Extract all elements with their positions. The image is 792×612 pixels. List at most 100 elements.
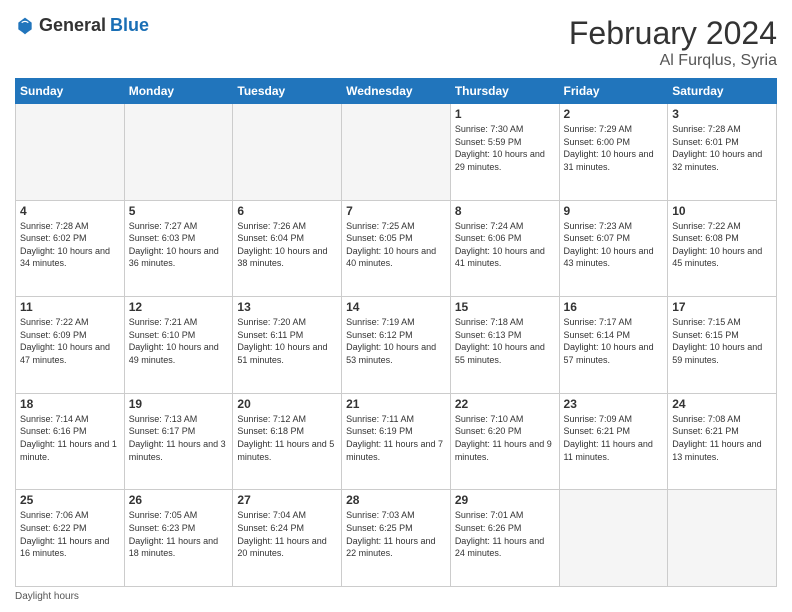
calendar-cell: [16, 104, 125, 201]
day-number: 10: [672, 204, 772, 218]
day-number: 8: [455, 204, 555, 218]
calendar-cell: [124, 104, 233, 201]
day-number: 1: [455, 107, 555, 121]
calendar-cell: 15 Sunrise: 7:18 AMSunset: 6:13 PMDayligh…: [450, 297, 559, 394]
calendar-cell: 11Sunrise: 7:22 AMSunset: 6:09 PMDayligh…: [16, 297, 125, 394]
day-info: Sunrise: 7:09 AMSunset: 6:21 PMDaylight:…: [564, 413, 664, 463]
weekday-header-sunday: Sunday: [16, 79, 125, 104]
day-number: 13: [237, 300, 337, 314]
calendar-cell: 17 Sunrise: 7:15 AMSunset: 6:15 PMDayligh…: [668, 297, 777, 394]
day-number: 14: [346, 300, 446, 314]
day-info: Sunrise: 7:06 AMSunset: 6:22 PMDaylight:…: [20, 509, 120, 559]
logo-icon: [15, 16, 35, 36]
calendar-cell: 6 Sunrise: 7:26 AMSunset: 6:04 PMDaylight…: [233, 200, 342, 297]
header: GeneralBlue February 2024 Al Furqlus, Sy…: [15, 15, 777, 70]
day-number: 7: [346, 204, 446, 218]
calendar-cell: 5Sunrise: 7:27 AMSunset: 6:03 PMDaylight…: [124, 200, 233, 297]
calendar-cell: 24 Sunrise: 7:08 AMSunset: 6:21 PMDayligh…: [668, 393, 777, 490]
calendar-cell: 13 Sunrise: 7:20 AMSunset: 6:11 PMDayligh…: [233, 297, 342, 394]
day-number: 21: [346, 397, 446, 411]
page: GeneralBlue February 2024 Al Furqlus, Sy…: [0, 0, 792, 612]
day-number: 19: [129, 397, 229, 411]
day-info: Sunrise: 7:20 AMSunset: 6:11 PMDaylight:…: [237, 316, 337, 366]
day-info: Sunrise: 7:28 AMSunset: 6:02 PMDaylight:…: [20, 220, 120, 270]
calendar-cell: 2 Sunrise: 7:29 AMSunset: 6:00 PMDaylight…: [559, 104, 668, 201]
day-number: 24: [672, 397, 772, 411]
logo: GeneralBlue: [15, 15, 149, 36]
weekday-header-wednesday: Wednesday: [342, 79, 451, 104]
day-number: 28: [346, 493, 446, 507]
calendar-cell: 16 Sunrise: 7:17 AMSunset: 6:14 PMDayligh…: [559, 297, 668, 394]
calendar-cell: 21 Sunrise: 7:11 AMSunset: 6:19 PMDayligh…: [342, 393, 451, 490]
day-number: 23: [564, 397, 664, 411]
calendar-cell: 7 Sunrise: 7:25 AMSunset: 6:05 PMDaylight…: [342, 200, 451, 297]
day-info: Sunrise: 7:29 AMSunset: 6:00 PMDaylight:…: [564, 123, 664, 173]
day-info: Sunrise: 7:04 AMSunset: 6:24 PMDaylight:…: [237, 509, 337, 559]
day-number: 27: [237, 493, 337, 507]
day-number: 4: [20, 204, 120, 218]
calendar-cell: 4 Sunrise: 7:28 AMSunset: 6:02 PMDaylight…: [16, 200, 125, 297]
day-info: Sunrise: 7:08 AMSunset: 6:21 PMDaylight:…: [672, 413, 772, 463]
day-info: Sunrise: 7:05 AMSunset: 6:23 PMDaylight:…: [129, 509, 229, 559]
location-title: Al Furqlus, Syria: [569, 52, 777, 70]
calendar-cell: [233, 104, 342, 201]
day-info: Sunrise: 7:03 AMSunset: 6:25 PMDaylight:…: [346, 509, 446, 559]
calendar-cell: [342, 104, 451, 201]
weekday-header-saturday: Saturday: [668, 79, 777, 104]
day-number: 12: [129, 300, 229, 314]
calendar-cell: 9Sunrise: 7:23 AMSunset: 6:07 PMDaylight…: [559, 200, 668, 297]
logo-general: General: [39, 15, 106, 36]
calendar-cell: 12 Sunrise: 7:21 AMSunset: 6:10 PMDayligh…: [124, 297, 233, 394]
day-info: Sunrise: 7:23 AMSunset: 6:07 PMDaylight:…: [564, 220, 664, 270]
day-info: Sunrise: 7:28 AMSunset: 6:01 PMDaylight:…: [672, 123, 772, 173]
day-number: 11: [20, 300, 120, 314]
day-number: 5: [129, 204, 229, 218]
calendar-cell: 25 Sunrise: 7:06 AMSunset: 6:22 PMDayligh…: [16, 490, 125, 587]
calendar-cell: 20Sunrise: 7:12 AMSunset: 6:18 PMDayligh…: [233, 393, 342, 490]
day-info: Sunrise: 7:13 AMSunset: 6:17 PMDaylight:…: [129, 413, 229, 463]
calendar-cell: 27 Sunrise: 7:04 AMSunset: 6:24 PMDayligh…: [233, 490, 342, 587]
day-number: 2: [564, 107, 664, 121]
title-block: February 2024 Al Furqlus, Syria: [569, 15, 777, 70]
week-row-2: 11Sunrise: 7:22 AMSunset: 6:09 PMDayligh…: [16, 297, 777, 394]
calendar-cell: 28 Sunrise: 7:03 AMSunset: 6:25 PMDayligh…: [342, 490, 451, 587]
calendar-cell: 29 Sunrise: 7:01 AMSunset: 6:26 PMDayligh…: [450, 490, 559, 587]
calendar-cell: [668, 490, 777, 587]
day-info: Sunrise: 7:01 AMSunset: 6:26 PMDaylight:…: [455, 509, 555, 559]
day-number: 16: [564, 300, 664, 314]
calendar-cell: 8Sunrise: 7:24 AMSunset: 6:06 PMDaylight…: [450, 200, 559, 297]
day-number: 6: [237, 204, 337, 218]
calendar-table: SundayMondayTuesdayWednesdayThursdayFrid…: [15, 78, 777, 587]
week-row-4: 25 Sunrise: 7:06 AMSunset: 6:22 PMDayligh…: [16, 490, 777, 587]
day-info: Sunrise: 7:18 AMSunset: 6:13 PMDaylight:…: [455, 316, 555, 366]
day-number: 25: [20, 493, 120, 507]
day-number: 20: [237, 397, 337, 411]
weekday-header-thursday: Thursday: [450, 79, 559, 104]
day-info: Sunrise: 7:17 AMSunset: 6:14 PMDaylight:…: [564, 316, 664, 366]
calendar-cell: 19 Sunrise: 7:13 AMSunset: 6:17 PMDayligh…: [124, 393, 233, 490]
calendar-cell: [559, 490, 668, 587]
day-info: Sunrise: 7:21 AMSunset: 6:10 PMDaylight:…: [129, 316, 229, 366]
day-number: 22: [455, 397, 555, 411]
day-info: Sunrise: 7:15 AMSunset: 6:15 PMDaylight:…: [672, 316, 772, 366]
day-number: 29: [455, 493, 555, 507]
day-info: Sunrise: 7:11 AMSunset: 6:19 PMDaylight:…: [346, 413, 446, 463]
calendar-cell: 14Sunrise: 7:19 AMSunset: 6:12 PMDayligh…: [342, 297, 451, 394]
day-info: Sunrise: 7:25 AMSunset: 6:05 PMDaylight:…: [346, 220, 446, 270]
day-number: 3: [672, 107, 772, 121]
weekday-header-tuesday: Tuesday: [233, 79, 342, 104]
day-info: Sunrise: 7:14 AMSunset: 6:16 PMDaylight:…: [20, 413, 120, 463]
day-number: 18: [20, 397, 120, 411]
day-number: 26: [129, 493, 229, 507]
day-number: 15: [455, 300, 555, 314]
day-info: Sunrise: 7:26 AMSunset: 6:04 PMDaylight:…: [237, 220, 337, 270]
day-number: 17: [672, 300, 772, 314]
calendar-cell: 3 Sunrise: 7:28 AMSunset: 6:01 PMDaylight…: [668, 104, 777, 201]
calendar-cell: 23 Sunrise: 7:09 AMSunset: 6:21 PMDayligh…: [559, 393, 668, 490]
weekday-header-monday: Monday: [124, 79, 233, 104]
day-info: Sunrise: 7:30 AMSunset: 5:59 PMDaylight:…: [455, 123, 555, 173]
day-info: Sunrise: 7:22 AMSunset: 6:08 PMDaylight:…: [672, 220, 772, 270]
footer-note: Daylight hours: [15, 591, 777, 602]
week-row-1: 4 Sunrise: 7:28 AMSunset: 6:02 PMDaylight…: [16, 200, 777, 297]
logo-blue: Blue: [110, 15, 149, 36]
